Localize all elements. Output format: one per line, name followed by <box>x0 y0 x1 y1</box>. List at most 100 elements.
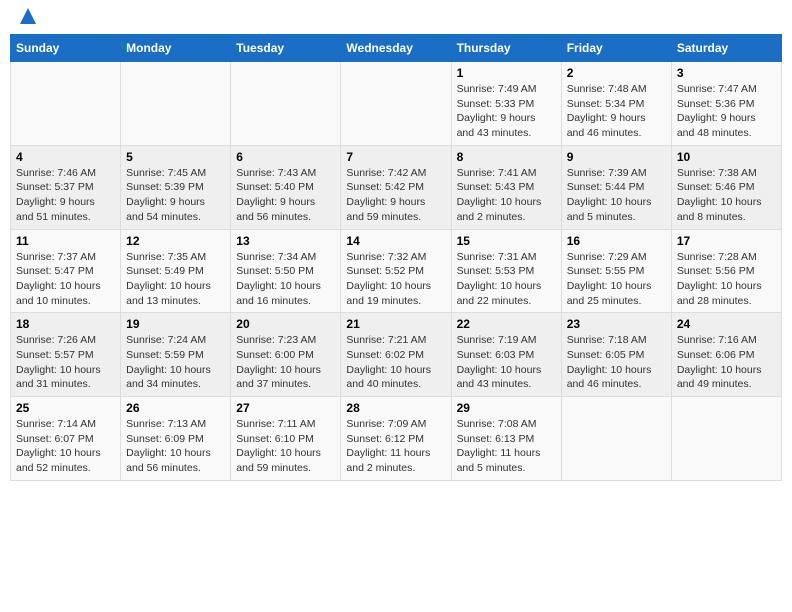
day-cell: 5 Sunrise: 7:45 AMSunset: 5:39 PMDaylight… <box>121 145 231 229</box>
day-number: 13 <box>236 234 335 248</box>
header-day-thursday: Thursday <box>451 35 561 62</box>
day-number: 24 <box>677 317 776 331</box>
day-info: Sunrise: 7:34 AMSunset: 5:50 PMDaylight:… <box>236 250 335 309</box>
day-cell <box>561 397 671 481</box>
day-cell: 4 Sunrise: 7:46 AMSunset: 5:37 PMDaylight… <box>11 145 121 229</box>
logo <box>14 14 38 26</box>
day-number: 7 <box>346 150 445 164</box>
day-number: 21 <box>346 317 445 331</box>
day-number: 17 <box>677 234 776 248</box>
header-day-sunday: Sunday <box>11 35 121 62</box>
day-info: Sunrise: 7:35 AMSunset: 5:49 PMDaylight:… <box>126 250 225 309</box>
day-info: Sunrise: 7:45 AMSunset: 5:39 PMDaylight:… <box>126 166 225 225</box>
day-cell: 14 Sunrise: 7:32 AMSunset: 5:52 PMDayligh… <box>341 229 451 313</box>
day-cell: 18Sunrise: 7:26 AMSunset: 5:57 PMDayligh… <box>11 313 121 397</box>
header-day-tuesday: Tuesday <box>231 35 341 62</box>
day-info: Sunrise: 7:09 AMSunset: 6:12 PMDaylight:… <box>346 417 445 476</box>
week-row-3: 11 Sunrise: 7:37 AMSunset: 5:47 PMDayligh… <box>11 229 782 313</box>
day-info: Sunrise: 7:32 AMSunset: 5:52 PMDaylight:… <box>346 250 445 309</box>
day-info: Sunrise: 7:26 AMSunset: 5:57 PMDaylight:… <box>16 333 115 392</box>
day-info: Sunrise: 7:46 AMSunset: 5:37 PMDaylight:… <box>16 166 115 225</box>
day-cell <box>11 62 121 146</box>
day-number: 25 <box>16 401 115 415</box>
day-cell: 24 Sunrise: 7:16 AMSunset: 6:06 PMDayligh… <box>671 313 781 397</box>
logo-text <box>14 14 38 26</box>
day-info: Sunrise: 7:24 AMSunset: 5:59 PMDaylight:… <box>126 333 225 392</box>
day-number: 16 <box>567 234 666 248</box>
day-info: Sunrise: 7:16 AMSunset: 6:06 PMDaylight:… <box>677 333 776 392</box>
day-number: 26 <box>126 401 225 415</box>
day-info: Sunrise: 7:47 AMSunset: 5:36 PMDaylight:… <box>677 82 776 141</box>
day-cell: 15 Sunrise: 7:31 AMSunset: 5:53 PMDayligh… <box>451 229 561 313</box>
day-cell: 6 Sunrise: 7:43 AMSunset: 5:40 PMDaylight… <box>231 145 341 229</box>
calendar-body: 1 Sunrise: 7:49 AMSunset: 5:33 PMDaylight… <box>11 62 782 481</box>
day-cell: 9Sunrise: 7:39 AMSunset: 5:44 PMDaylight… <box>561 145 671 229</box>
day-number: 5 <box>126 150 225 164</box>
day-number: 8 <box>457 150 556 164</box>
week-row-1: 1 Sunrise: 7:49 AMSunset: 5:33 PMDaylight… <box>11 62 782 146</box>
day-cell: 28 Sunrise: 7:09 AMSunset: 6:12 PMDayligh… <box>341 397 451 481</box>
day-cell: 11 Sunrise: 7:37 AMSunset: 5:47 PMDayligh… <box>11 229 121 313</box>
day-cell <box>231 62 341 146</box>
day-info: Sunrise: 7:29 AMSunset: 5:55 PMDaylight:… <box>567 250 666 309</box>
day-info: Sunrise: 7:48 AMSunset: 5:34 PMDaylight:… <box>567 82 666 141</box>
day-info: Sunrise: 7:43 AMSunset: 5:40 PMDaylight:… <box>236 166 335 225</box>
day-info: Sunrise: 7:42 AMSunset: 5:42 PMDaylight:… <box>346 166 445 225</box>
day-info: Sunrise: 7:23 AMSunset: 6:00 PMDaylight:… <box>236 333 335 392</box>
day-cell: 7 Sunrise: 7:42 AMSunset: 5:42 PMDaylight… <box>341 145 451 229</box>
day-number: 12 <box>126 234 225 248</box>
day-number: 11 <box>16 234 115 248</box>
day-number: 29 <box>457 401 556 415</box>
day-info: Sunrise: 7:21 AMSunset: 6:02 PMDaylight:… <box>346 333 445 392</box>
header-row: SundayMondayTuesdayWednesdayThursdayFrid… <box>11 35 782 62</box>
day-info: Sunrise: 7:38 AMSunset: 5:46 PMDaylight:… <box>677 166 776 225</box>
day-cell: 12 Sunrise: 7:35 AMSunset: 5:49 PMDayligh… <box>121 229 231 313</box>
day-number: 3 <box>677 66 776 80</box>
day-number: 23 <box>567 317 666 331</box>
day-number: 28 <box>346 401 445 415</box>
day-number: 1 <box>457 66 556 80</box>
day-info: Sunrise: 7:31 AMSunset: 5:53 PMDaylight:… <box>457 250 556 309</box>
day-cell: 29 Sunrise: 7:08 AMSunset: 6:13 PMDayligh… <box>451 397 561 481</box>
day-number: 6 <box>236 150 335 164</box>
day-cell: 3 Sunrise: 7:47 AMSunset: 5:36 PMDaylight… <box>671 62 781 146</box>
day-info: Sunrise: 7:28 AMSunset: 5:56 PMDaylight:… <box>677 250 776 309</box>
day-number: 2 <box>567 66 666 80</box>
day-cell: 19 Sunrise: 7:24 AMSunset: 5:59 PMDayligh… <box>121 313 231 397</box>
day-cell: 25 Sunrise: 7:14 AMSunset: 6:07 PMDayligh… <box>11 397 121 481</box>
header-day-wednesday: Wednesday <box>341 35 451 62</box>
day-cell: 26 Sunrise: 7:13 AMSunset: 6:09 PMDayligh… <box>121 397 231 481</box>
day-cell: 22 Sunrise: 7:19 AMSunset: 6:03 PMDayligh… <box>451 313 561 397</box>
day-info: Sunrise: 7:08 AMSunset: 6:13 PMDaylight:… <box>457 417 556 476</box>
calendar-header: SundayMondayTuesdayWednesdayThursdayFrid… <box>11 35 782 62</box>
day-info: Sunrise: 7:14 AMSunset: 6:07 PMDaylight:… <box>16 417 115 476</box>
week-row-2: 4 Sunrise: 7:46 AMSunset: 5:37 PMDaylight… <box>11 145 782 229</box>
day-cell: 27 Sunrise: 7:11 AMSunset: 6:10 PMDayligh… <box>231 397 341 481</box>
day-number: 15 <box>457 234 556 248</box>
day-number: 19 <box>126 317 225 331</box>
day-cell: 8 Sunrise: 7:41 AMSunset: 5:43 PMDaylight… <box>451 145 561 229</box>
day-cell: 13 Sunrise: 7:34 AMSunset: 5:50 PMDayligh… <box>231 229 341 313</box>
header-day-friday: Friday <box>561 35 671 62</box>
day-cell: 16 Sunrise: 7:29 AMSunset: 5:55 PMDayligh… <box>561 229 671 313</box>
day-info: Sunrise: 7:49 AMSunset: 5:33 PMDaylight:… <box>457 82 556 141</box>
day-number: 27 <box>236 401 335 415</box>
logo-icon <box>18 6 38 26</box>
day-number: 4 <box>16 150 115 164</box>
day-number: 22 <box>457 317 556 331</box>
day-info: Sunrise: 7:13 AMSunset: 6:09 PMDaylight:… <box>126 417 225 476</box>
day-info: Sunrise: 7:41 AMSunset: 5:43 PMDaylight:… <box>457 166 556 225</box>
week-row-4: 18Sunrise: 7:26 AMSunset: 5:57 PMDayligh… <box>11 313 782 397</box>
day-cell: 20 Sunrise: 7:23 AMSunset: 6:00 PMDayligh… <box>231 313 341 397</box>
day-number: 14 <box>346 234 445 248</box>
header-day-monday: Monday <box>121 35 231 62</box>
day-number: 10 <box>677 150 776 164</box>
day-cell <box>121 62 231 146</box>
day-cell <box>671 397 781 481</box>
day-cell: 17 Sunrise: 7:28 AMSunset: 5:56 PMDayligh… <box>671 229 781 313</box>
day-number: 20 <box>236 317 335 331</box>
day-info: Sunrise: 7:19 AMSunset: 6:03 PMDaylight:… <box>457 333 556 392</box>
day-info: Sunrise: 7:11 AMSunset: 6:10 PMDaylight:… <box>236 417 335 476</box>
day-info: Sunrise: 7:37 AMSunset: 5:47 PMDaylight:… <box>16 250 115 309</box>
day-cell: 1 Sunrise: 7:49 AMSunset: 5:33 PMDaylight… <box>451 62 561 146</box>
